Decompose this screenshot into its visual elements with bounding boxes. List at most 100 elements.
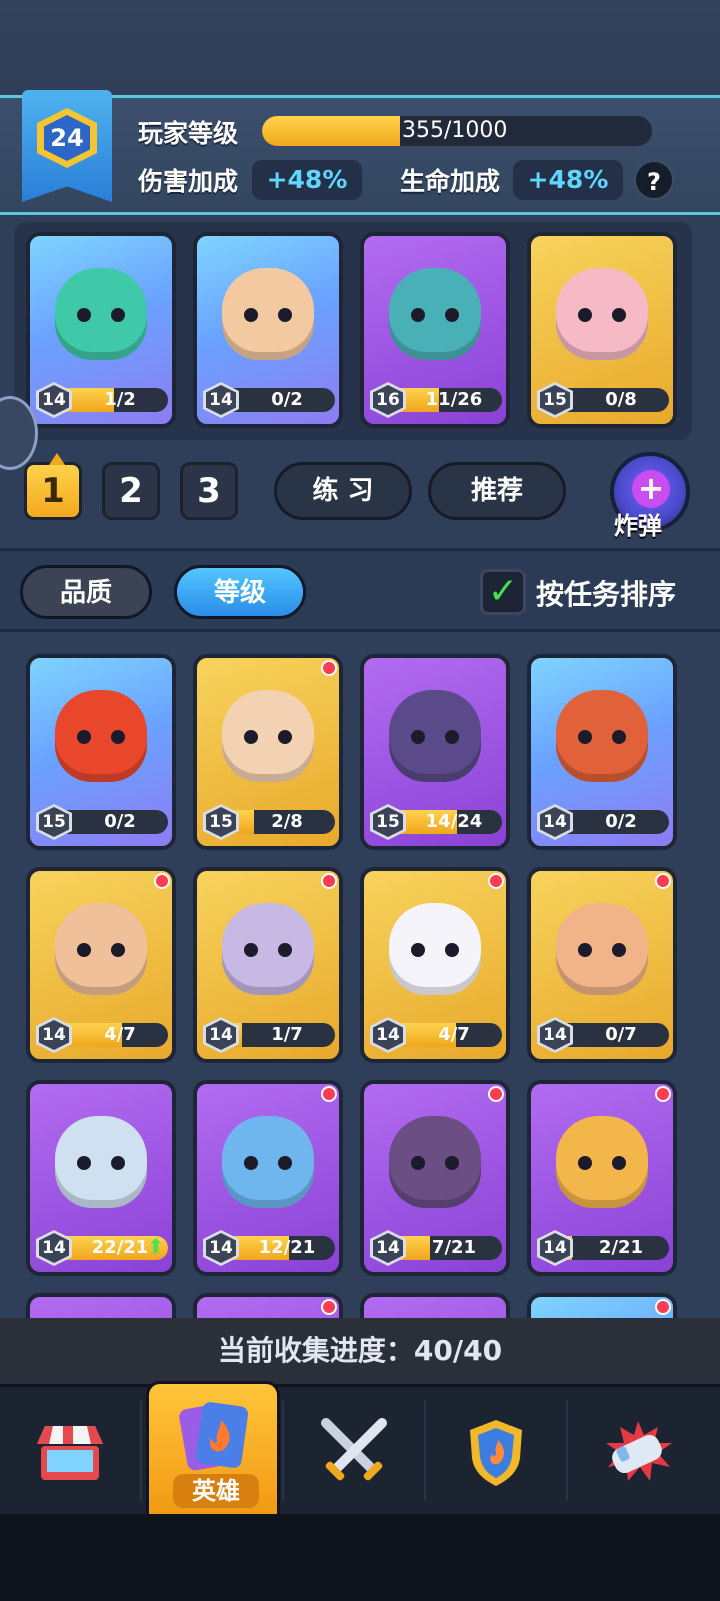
- notification-dot: [321, 1299, 337, 1315]
- card-progress-bar: 2/21: [561, 1236, 669, 1260]
- help-button[interactable]: ?: [634, 160, 674, 200]
- shield-icon: [470, 1420, 522, 1486]
- upgrade-arrow-icon: ⬆: [147, 1234, 164, 1258]
- hero-portrait: [384, 676, 486, 796]
- recommend-button[interactable]: 推荐: [428, 462, 566, 520]
- hero-portrait: [50, 254, 152, 374]
- card-level: 15: [373, 807, 403, 837]
- card-level: 14: [39, 1020, 69, 1050]
- hero-portrait: [384, 254, 486, 374]
- card-level: 15: [206, 807, 236, 837]
- hero-portrait: [384, 1102, 486, 1222]
- team-tab-2[interactable]: 2: [102, 462, 160, 520]
- hero-card[interactable]: [193, 1293, 343, 1320]
- notification-dot: [488, 1086, 504, 1102]
- hero-card[interactable]: 0/2 15: [26, 654, 176, 850]
- player-level-label: 玩家等级: [138, 119, 239, 148]
- nav-shop[interactable]: [0, 1397, 140, 1507]
- team-tab-3[interactable]: 3: [180, 462, 238, 520]
- hero-portrait: [384, 889, 486, 1009]
- team-tab-1[interactable]: 1: [24, 453, 82, 520]
- player-header: 24 玩家等级 355/1000 伤害加成 +48% 生命加成 +48% ?: [0, 90, 720, 215]
- nav-events[interactable]: [568, 1397, 708, 1507]
- status-area: [0, 0, 720, 95]
- hero-portrait: [50, 676, 152, 796]
- hero-card[interactable]: 0/2 14: [527, 654, 677, 850]
- hero-face: [389, 1116, 481, 1208]
- xp-fill: [262, 116, 401, 146]
- hero-card[interactable]: 2/21 14: [527, 1080, 677, 1276]
- card-progress-bar: 14/24: [394, 810, 502, 834]
- hero-card[interactable]: 7/21 14: [360, 1080, 510, 1276]
- collection-progress: 当前收集进度：40/40: [0, 1318, 720, 1384]
- player-level-banner[interactable]: 24: [22, 90, 112, 202]
- card-progress-bar: 2/8: [227, 810, 335, 834]
- sort-level-button[interactable]: 等级: [174, 565, 306, 619]
- card-progress-bar: 4/7: [60, 1023, 168, 1047]
- hero-face: [55, 690, 147, 782]
- hero-portrait: [217, 1102, 319, 1222]
- hero-face: [556, 1116, 648, 1208]
- crossed-swords-icon: [321, 1418, 387, 1481]
- level-badge: 24: [37, 108, 97, 168]
- practice-button[interactable]: 练 习: [274, 462, 412, 520]
- card-progress-text: 0/2: [104, 811, 136, 832]
- notification-dot: [321, 873, 337, 889]
- hero-card[interactable]: [26, 1293, 176, 1320]
- nav-battle[interactable]: [284, 1397, 424, 1507]
- hero-card[interactable]: 0/7 14: [527, 867, 677, 1063]
- xp-bar: 355/1000: [262, 116, 652, 146]
- damage-bonus-label: 伤害加成: [138, 167, 239, 196]
- card-progress-bar: 0/7: [561, 1023, 669, 1047]
- hp-bonus-value: +48%: [513, 160, 623, 200]
- hero-card[interactable]: 14/24 15: [360, 654, 510, 850]
- card-level: 14: [373, 1020, 403, 1050]
- hero-card[interactable]: 4/7 14: [360, 867, 510, 1063]
- hero-portrait: [551, 254, 653, 374]
- card-level: 15: [39, 807, 69, 837]
- hp-bonus-label: 生命加成: [400, 167, 501, 196]
- checkmark-icon: ✓: [487, 571, 519, 612]
- hero-face: [389, 268, 481, 360]
- card-progress-text: 0/8: [605, 389, 637, 410]
- hero-face: [556, 903, 648, 995]
- hero-card[interactable]: [527, 1293, 677, 1320]
- card-progress-text: 1/2: [104, 389, 136, 410]
- card-level: 14: [540, 1233, 570, 1263]
- hero-portrait: [217, 676, 319, 796]
- nav-guild[interactable]: [426, 1397, 566, 1507]
- card-level: 14: [39, 1233, 69, 1263]
- hero-card-icon: [179, 1402, 249, 1471]
- hero-card[interactable]: 2/8 15: [193, 654, 343, 850]
- card-progress-text: 11/26: [425, 389, 483, 410]
- lineup-hero-card[interactable]: 0/2 14: [193, 232, 343, 428]
- sort-quality-button[interactable]: 品质: [20, 565, 152, 619]
- hero-face: [222, 1116, 314, 1208]
- sort-by-task-checkbox[interactable]: ✓: [480, 569, 526, 615]
- card-progress-text: 4/7: [104, 1024, 136, 1045]
- card-level: 14: [206, 385, 236, 415]
- fist-icon: [606, 1421, 672, 1481]
- card-progress-text: 2/8: [271, 811, 303, 832]
- hero-face: [389, 903, 481, 995]
- card-progress-bar: 0/2: [561, 810, 669, 834]
- sort-by-task-label: 按任务排序: [536, 578, 677, 611]
- card-progress-bar: 7/21: [394, 1236, 502, 1260]
- lineup-hero-card[interactable]: 1/2 14: [26, 232, 176, 428]
- card-progress-text: 1/7: [271, 1024, 303, 1045]
- hero-face: [222, 690, 314, 782]
- hero-face: [55, 268, 147, 360]
- hero-face: [55, 1116, 147, 1208]
- card-level: 14: [373, 1233, 403, 1263]
- hero-card[interactable]: 12/21 14: [193, 1080, 343, 1276]
- hero-card[interactable]: 1/7 14: [193, 867, 343, 1063]
- card-progress-text: 0/7: [605, 1024, 637, 1045]
- hero-card[interactable]: 4/7 14: [26, 867, 176, 1063]
- nav-heroes[interactable]: 英雄: [146, 1381, 280, 1517]
- hero-card[interactable]: 22/21 14 ⬆: [26, 1080, 176, 1276]
- lineup-hero-card[interactable]: 11/26 16: [360, 232, 510, 428]
- damage-bonus-value: +48%: [252, 160, 362, 200]
- hero-card[interactable]: [360, 1293, 510, 1320]
- card-progress-text: 2/21: [598, 1237, 644, 1258]
- lineup-hero-card[interactable]: 0/8 15: [527, 232, 677, 428]
